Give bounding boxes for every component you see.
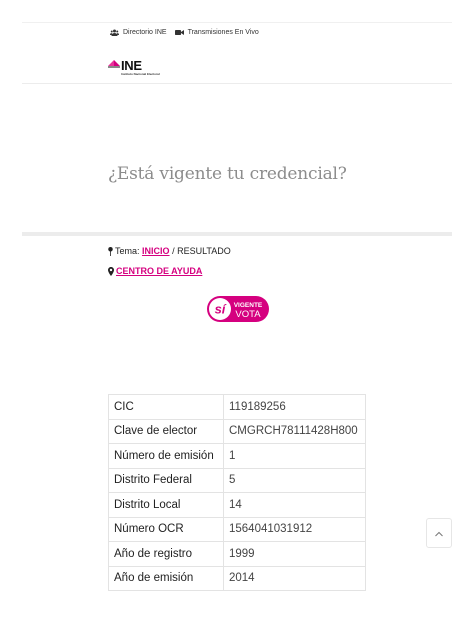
scroll-to-top-button[interactable] — [426, 518, 452, 548]
row-value: 119189256 — [223, 394, 366, 420]
header-links: Directorio INE Transmisiones En Vivo — [110, 29, 259, 36]
table-row: Año de emisión 2014 — [108, 565, 366, 591]
table-row: Año de registro 1999 — [108, 541, 366, 567]
directorio-link[interactable]: Directorio INE — [110, 29, 167, 36]
location-marker-icon — [108, 266, 114, 276]
row-value: 14 — [223, 492, 366, 518]
row-label: Distrito Local — [108, 492, 224, 518]
row-label: Distrito Federal — [108, 467, 224, 493]
row-label: Año de registro — [108, 541, 224, 567]
section-divider — [22, 232, 452, 236]
ine-logo-text: INE Instituto Nacional Electoral — [121, 59, 160, 76]
transmisiones-label: Transmisiones En Vivo — [187, 29, 259, 36]
site-header: Directorio INE Transmisiones En Vivo INE… — [22, 22, 452, 84]
row-value: 2014 — [223, 565, 366, 591]
vigente-badge: sí VIGENTE VOTA — [207, 296, 269, 322]
help-center-link[interactable]: CENTRO DE AYUDA — [116, 266, 202, 276]
badge-si-text: sí — [215, 302, 227, 317]
row-value: 1999 — [223, 541, 366, 567]
table-row: CIC 119189256 — [108, 394, 366, 420]
breadcrumb: Tema: INICIO / RESULTADO — [108, 246, 231, 256]
video-camera-icon — [174, 29, 184, 36]
badge-vigente-text: VIGENTE — [234, 302, 263, 309]
badge-vota-text: VOTA — [235, 309, 261, 320]
breadcrumb-current: RESULTADO — [177, 246, 231, 256]
row-label: Año de emisión — [108, 565, 224, 591]
row-label: CIC — [108, 394, 224, 420]
chevron-up-icon — [435, 524, 443, 542]
directorio-label: Directorio INE — [123, 29, 167, 36]
row-value: CMGRCH78111428H800 — [223, 418, 366, 444]
ine-logo-name: INE — [121, 58, 142, 73]
table-row: Número de emisión 1 — [108, 443, 366, 469]
users-icon — [110, 29, 119, 36]
table-row: Distrito Local 14 — [108, 492, 366, 518]
row-label: Número de emisión — [108, 443, 224, 469]
breadcrumb-separator: / — [172, 246, 175, 256]
breadcrumb-prefix: Tema: — [115, 246, 140, 256]
map-pin-icon — [108, 246, 113, 256]
table-row: Distrito Federal 5 — [108, 467, 366, 493]
table-row: Número OCR 1564041031912 — [108, 516, 366, 542]
ine-logo-mark-icon — [108, 59, 120, 77]
help-center: CENTRO DE AYUDA — [108, 266, 202, 276]
ine-logo-subtitle: Instituto Nacional Electoral — [121, 72, 160, 76]
row-value: 1564041031912 — [223, 516, 366, 542]
credential-results-table: CIC 119189256 Clave de elector CMGRCH781… — [108, 394, 366, 591]
breadcrumb-home-link[interactable]: INICIO — [142, 246, 170, 256]
table-row: Clave de elector CMGRCH78111428H800 — [108, 418, 366, 444]
row-label: Número OCR — [108, 516, 224, 542]
row-value: 5 — [223, 467, 366, 493]
ine-logo[interactable]: INE Instituto Nacional Electoral — [108, 59, 160, 77]
page-title: ¿Está vigente tu credencial? — [108, 164, 347, 184]
row-value: 1 — [223, 443, 366, 469]
row-label: Clave de elector — [108, 418, 224, 444]
transmisiones-link[interactable]: Transmisiones En Vivo — [174, 29, 259, 36]
